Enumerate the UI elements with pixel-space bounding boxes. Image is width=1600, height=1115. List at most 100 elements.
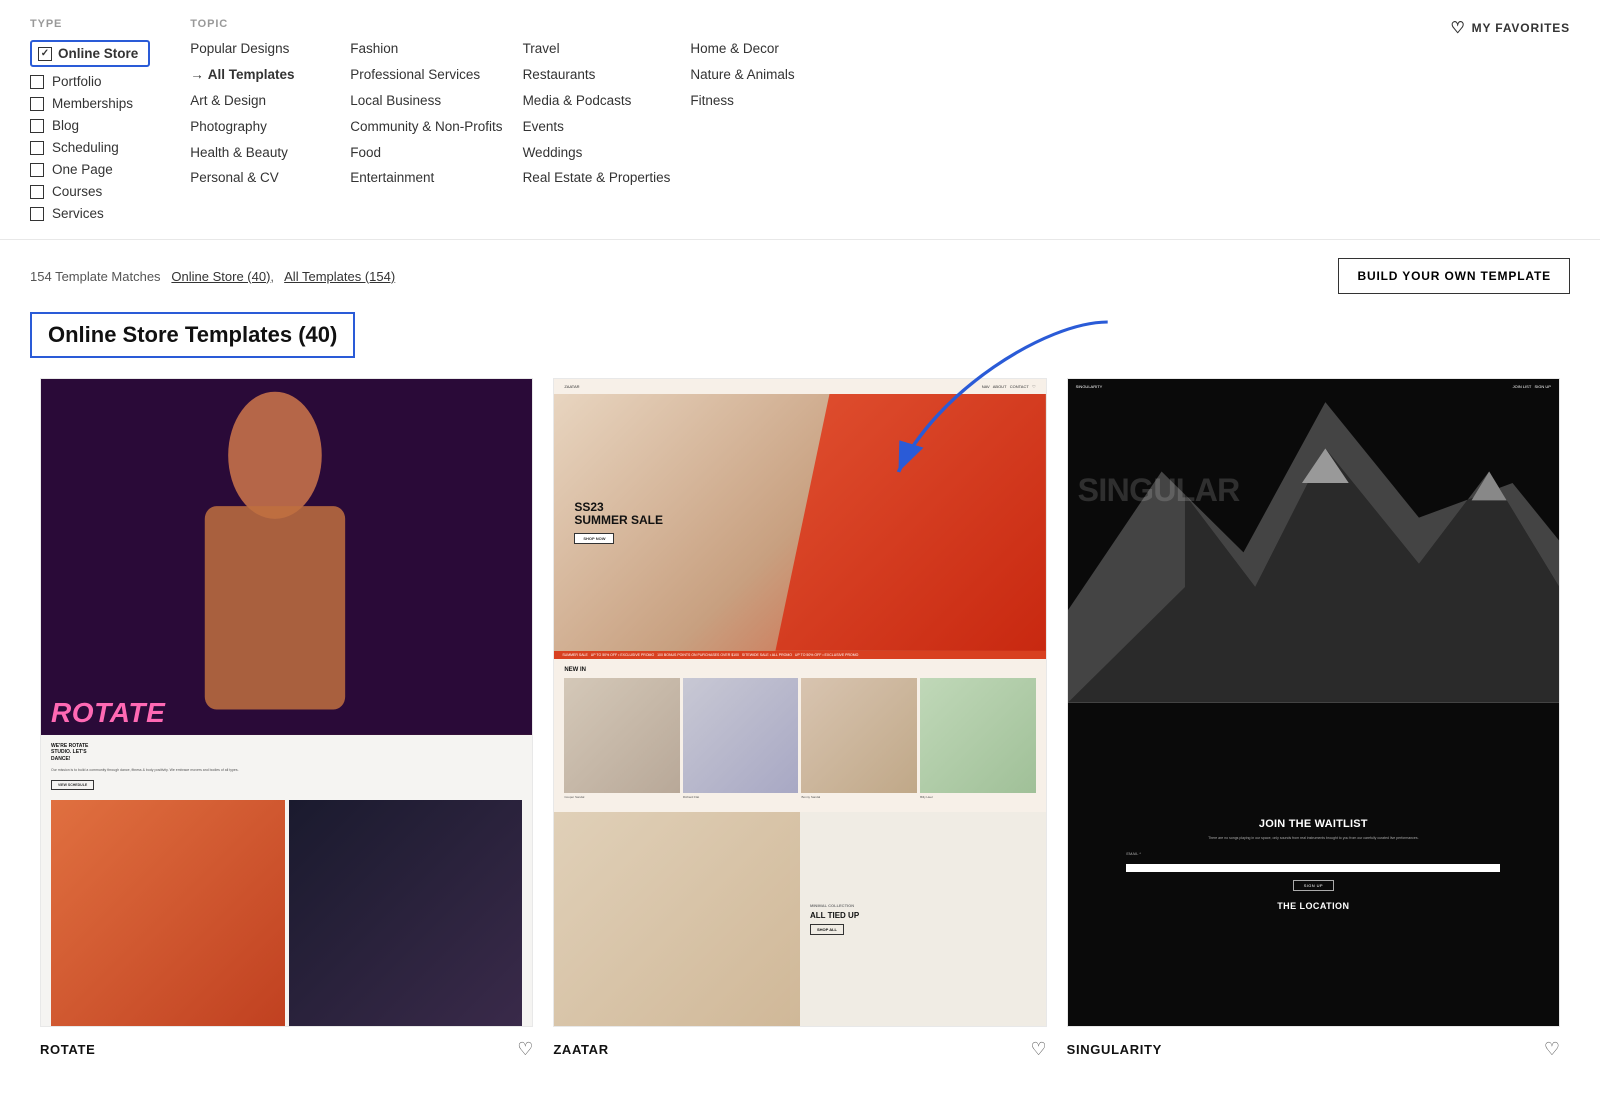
topic-community[interactable]: Community & Non-Profits [350, 118, 502, 137]
zaatar-new-in: NEW IN Cooper Sandal Richard Flat Bon [554, 659, 1045, 813]
topic-columns: Popular Designs All Templates Art & Desi… [190, 40, 850, 188]
rotate-imgs-row [51, 800, 522, 1027]
zaatar-ss23: SS23 [574, 501, 663, 514]
results-link-all-templates[interactable]: All Templates (154) [284, 269, 395, 284]
rotate-thumb-1 [51, 800, 285, 1027]
type-item-label: Services [52, 206, 104, 221]
zaatar-nav-items: NAV ABOUT CONTACT ♡ [982, 384, 1036, 389]
topic-nature-animals[interactable]: Nature & Animals [690, 66, 830, 85]
singularity-sub-text: There are no songs playing in our space,… [1208, 836, 1419, 842]
top-navigation: TYPE ✓ Online Store Portfolio Membership… [0, 0, 1600, 240]
zaatar-preview: ZAATAR NAV ABOUT CONTACT ♡ SS23 SUMMER S… [553, 378, 1046, 1027]
topic-photography[interactable]: Photography [190, 118, 330, 137]
content-area: Online Store Templates (40) [0, 312, 1600, 1066]
zaatar-product-name-4: Billy Heel [920, 795, 1036, 799]
zaatar-product-1: Cooper Sandal [564, 678, 680, 800]
topic-popular-designs[interactable]: Popular Designs [190, 40, 330, 59]
topic-restaurants[interactable]: Restaurants [523, 66, 671, 85]
zaatar-collection-label: MINIMAL COLLECTION [810, 903, 859, 908]
topic-col-3: Travel Restaurants Media & Podcasts Even… [523, 40, 691, 188]
zaatar-product-img-1 [564, 678, 680, 794]
type-item-one-page[interactable]: One Page [30, 162, 150, 177]
type-item-label: Online Store [58, 46, 138, 61]
topic-fitness[interactable]: Fitness [690, 92, 830, 111]
zaatar-nav: ZAATAR NAV ABOUT CONTACT ♡ [554, 379, 1045, 394]
topic-fashion[interactable]: Fashion [350, 40, 502, 59]
type-checkbox-courses [30, 185, 44, 199]
singularity-big-text: SINGULAR [1078, 476, 1240, 505]
zaatar-hero-image [775, 394, 1045, 651]
singularity-preview: SINGULAR SINGULARITY JOIN LIST SIGN UP J… [1067, 378, 1560, 1027]
type-item-courses[interactable]: Courses [30, 184, 150, 199]
section-title: Online Store Templates (40) [30, 312, 355, 358]
type-item-online-store[interactable]: ✓ Online Store [30, 40, 150, 67]
singularity-footer: SINGULARITY ♡ [1067, 1027, 1560, 1066]
results-link-online-store[interactable]: Online Store (40) [171, 269, 270, 284]
zaatar-products: Cooper Sandal Richard Flat Bonny Sandal [564, 678, 1035, 800]
zaatar-template-name: ZAATAR [553, 1042, 608, 1057]
template-card-zaatar[interactable]: ZAATAR NAV ABOUT CONTACT ♡ SS23 SUMMER S… [543, 378, 1056, 1066]
topic-real-estate[interactable]: Real Estate & Properties [523, 169, 671, 188]
topic-local-business[interactable]: Local Business [350, 92, 502, 111]
singularity-favorite-icon[interactable]: ♡ [1544, 1039, 1560, 1060]
topic-personal-cv[interactable]: Personal & CV [190, 169, 330, 188]
type-item-label: Portfolio [52, 74, 102, 89]
topic-events[interactable]: Events [523, 118, 671, 137]
rotate-favorite-icon[interactable]: ♡ [517, 1039, 533, 1060]
zaatar-product-2: Richard Flat [683, 678, 799, 800]
type-item-services[interactable]: Services [30, 206, 150, 221]
topic-home-decor[interactable]: Home & Decor [690, 40, 830, 59]
type-item-memberships[interactable]: Memberships [30, 96, 150, 111]
template-card-rotate[interactable]: ROTATE STUDIO CLASSES SCHEDULE ABOUT MER… [30, 378, 543, 1066]
my-favorites-button[interactable]: ♡ MY FAVORITES [1450, 18, 1570, 38]
results-text: 154 Template Matches Online Store (40), … [30, 269, 395, 284]
singularity-join-text: JOIN THE WAITLIST [1259, 818, 1368, 830]
zaatar-sale-banner: SUMMER SALE UP TO 50% OFF • EXCLUSIVE PR… [554, 651, 1045, 659]
zaatar-footer: ZAATAR ♡ [553, 1027, 1046, 1066]
topic-travel[interactable]: Travel [523, 40, 671, 59]
zaatar-bottom-text: MINIMAL COLLECTION ALL TIED UP SHOP ALL [800, 893, 869, 945]
zaatar-bottom: MINIMAL COLLECTION ALL TIED UP SHOP ALL [554, 812, 1045, 1026]
rotate-template-name: ROTATE [40, 1042, 95, 1057]
zaatar-bottom-img [554, 812, 800, 1026]
topic-weddings[interactable]: Weddings [523, 144, 671, 163]
checkmark-icon: ✓ [41, 48, 49, 59]
section-title-wrapper: Online Store Templates (40) [0, 312, 1600, 378]
singularity-location-text: THE LOCATION [1277, 901, 1349, 911]
zaatar-all-tied-up: ALL TIED UP [810, 911, 859, 920]
topic-health-beauty[interactable]: Health & Beauty [190, 144, 330, 163]
type-item-blog[interactable]: Blog [30, 118, 150, 133]
zaatar-favorite-icon[interactable]: ♡ [1031, 1039, 1047, 1060]
build-own-template-button[interactable]: BUILD YOUR OWN TEMPLATE [1338, 258, 1570, 294]
topic-col-1: Popular Designs All Templates Art & Desi… [190, 40, 350, 188]
rotate-thumb-2 [289, 800, 523, 1027]
type-item-label: Courses [52, 184, 102, 199]
singularity-email-input[interactable] [1126, 864, 1500, 872]
type-item-label: One Page [52, 162, 113, 177]
results-count: 154 Template Matches [30, 269, 161, 284]
zaatar-summer-sale: SUMMER SALE [574, 514, 663, 527]
topic-col-4: Home & Decor Nature & Animals Fitness [690, 40, 850, 188]
topic-food[interactable]: Food [350, 144, 502, 163]
type-checkbox-one-page [30, 163, 44, 177]
topic-all-templates[interactable]: All Templates [190, 66, 330, 85]
topic-col-2: Fashion Professional Services Local Busi… [350, 40, 522, 188]
topic-media-podcasts[interactable]: Media & Podcasts [523, 92, 671, 111]
singularity-logo: SINGULARITY [1076, 384, 1103, 389]
topic-professional[interactable]: Professional Services [350, 66, 502, 85]
zaatar-product-name-2: Richard Flat [683, 795, 799, 799]
rotate-cta: VIEW SCHEDULE [51, 780, 94, 790]
zaatar-product-img-4 [920, 678, 1036, 794]
singularity-signup-button[interactable]: SIGN UP [1293, 880, 1334, 891]
type-item-portfolio[interactable]: Portfolio [30, 74, 150, 89]
topic-section: TOPIC Popular Designs All Templates Art … [190, 18, 850, 188]
zaatar-product-4: Billy Heel [920, 678, 1036, 800]
zaatar-product-name-1: Cooper Sandal [564, 795, 680, 799]
topic-art-design[interactable]: Art & Design [190, 92, 330, 111]
zaatar-hero-text: SS23 SUMMER SALE SHOP NOW [574, 501, 663, 544]
results-bar: 154 Template Matches Online Store (40), … [0, 240, 1600, 312]
template-card-singularity[interactable]: SINGULAR SINGULARITY JOIN LIST SIGN UP J… [1057, 378, 1570, 1066]
type-item-scheduling[interactable]: Scheduling [30, 140, 150, 155]
singularity-mountain-bg: SINGULAR SINGULARITY JOIN LIST SIGN UP [1068, 379, 1559, 703]
topic-entertainment[interactable]: Entertainment [350, 169, 502, 188]
